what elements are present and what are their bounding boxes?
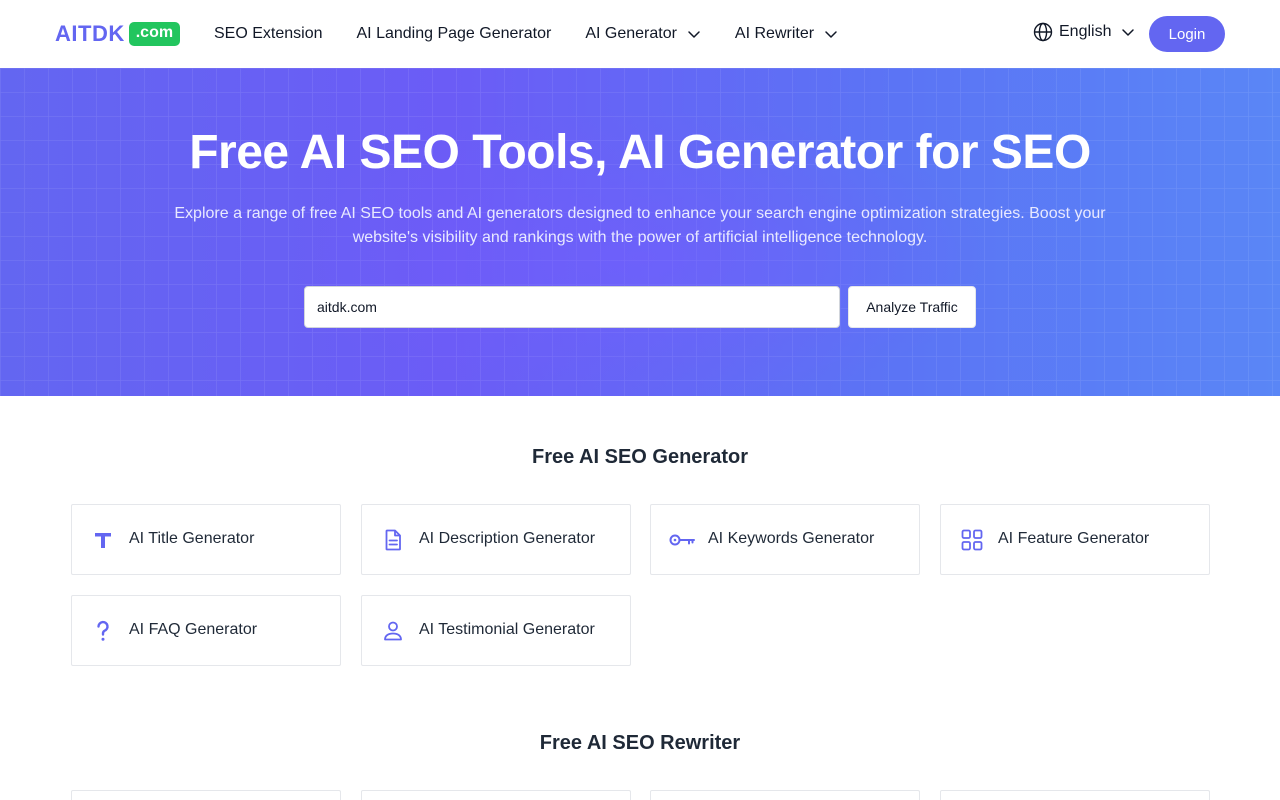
site-header: AITDK .com SEO Extension AI Landing Page…: [0, 0, 1280, 68]
rewriter-section-title: Free AI SEO Rewriter: [539, 732, 741, 754]
document-icon: [385, 529, 401, 551]
user-icon: [384, 621, 402, 641]
nav-item-label: SEO Extension: [214, 25, 323, 42]
question-icon: [97, 620, 109, 641]
card-ai-keywords-generator[interactable]: AI Keywords Generator: [650, 504, 920, 575]
nav-item-label: AI Landing Page Generator: [356, 25, 552, 42]
grid-icon: [961, 529, 983, 551]
main-nav: SEO Extension AI Landing Page Generator …: [214, 0, 872, 68]
nav-ai-rewriter-dropdown[interactable]: AI Rewriter: [735, 25, 838, 43]
card-label: AI Feature Generator: [998, 530, 1150, 547]
domain-input[interactable]: [304, 286, 840, 328]
generator-section-title: Free AI SEO Generator: [532, 446, 748, 468]
page-title: Free AI SEO Tools, AI Generator for SEO: [189, 126, 1091, 179]
nav-ai-landing-page-generator[interactable]: AI Landing Page Generator: [357, 25, 552, 43]
globe-icon: [1033, 22, 1053, 42]
language-label: English: [1059, 23, 1112, 40]
card-label: AI Keywords Generator: [708, 530, 875, 547]
card-ai-feature-generator[interactable]: AI Feature Generator: [940, 504, 1210, 575]
card-ai-description-generator[interactable]: AI Description Generator: [361, 504, 631, 575]
card-label: AI Title Generator: [129, 530, 255, 547]
card-label: AI Description Generator: [419, 530, 596, 547]
login-button[interactable]: Login: [1149, 16, 1225, 52]
chevron-down-icon: [1122, 29, 1135, 36]
card-ai-title-generator[interactable]: AI Title Generator: [71, 504, 341, 575]
language-selector[interactable]: English: [1033, 22, 1135, 42]
hero-banner: Free AI SEO Tools, AI Generator for SEO …: [0, 68, 1280, 396]
rewriter-card[interactable]: [361, 790, 631, 800]
analyze-traffic-button[interactable]: Analyze Traffic: [848, 286, 976, 328]
hero-subtitle: Explore a range of free AI SEO tools and…: [174, 205, 1106, 246]
rewriter-card[interactable]: [650, 790, 920, 800]
nav-seo-extension[interactable]: SEO Extension: [214, 25, 323, 43]
chevron-down-icon: [688, 31, 700, 38]
logo-text: AITDK: [55, 21, 125, 46]
card-ai-faq-generator[interactable]: AI FAQ Generator: [71, 595, 341, 666]
rewriter-card[interactable]: [940, 790, 1210, 800]
chevron-down-icon: [825, 31, 837, 38]
key-icon: [669, 534, 695, 546]
card-ai-testimonial-generator[interactable]: AI Testimonial Generator: [361, 595, 631, 666]
card-label: AI Testimonial Generator: [419, 621, 595, 638]
logo-badge: .com: [128, 22, 181, 46]
nav-ai-generator-dropdown[interactable]: AI Generator: [585, 25, 701, 43]
logo[interactable]: AITDK .com: [55, 21, 181, 47]
title-icon: [95, 533, 111, 548]
rewriter-card[interactable]: [71, 790, 341, 800]
nav-item-label: AI Rewriter: [734, 25, 815, 42]
nav-item-label: AI Generator: [585, 25, 677, 42]
card-label: AI FAQ Generator: [129, 621, 258, 638]
